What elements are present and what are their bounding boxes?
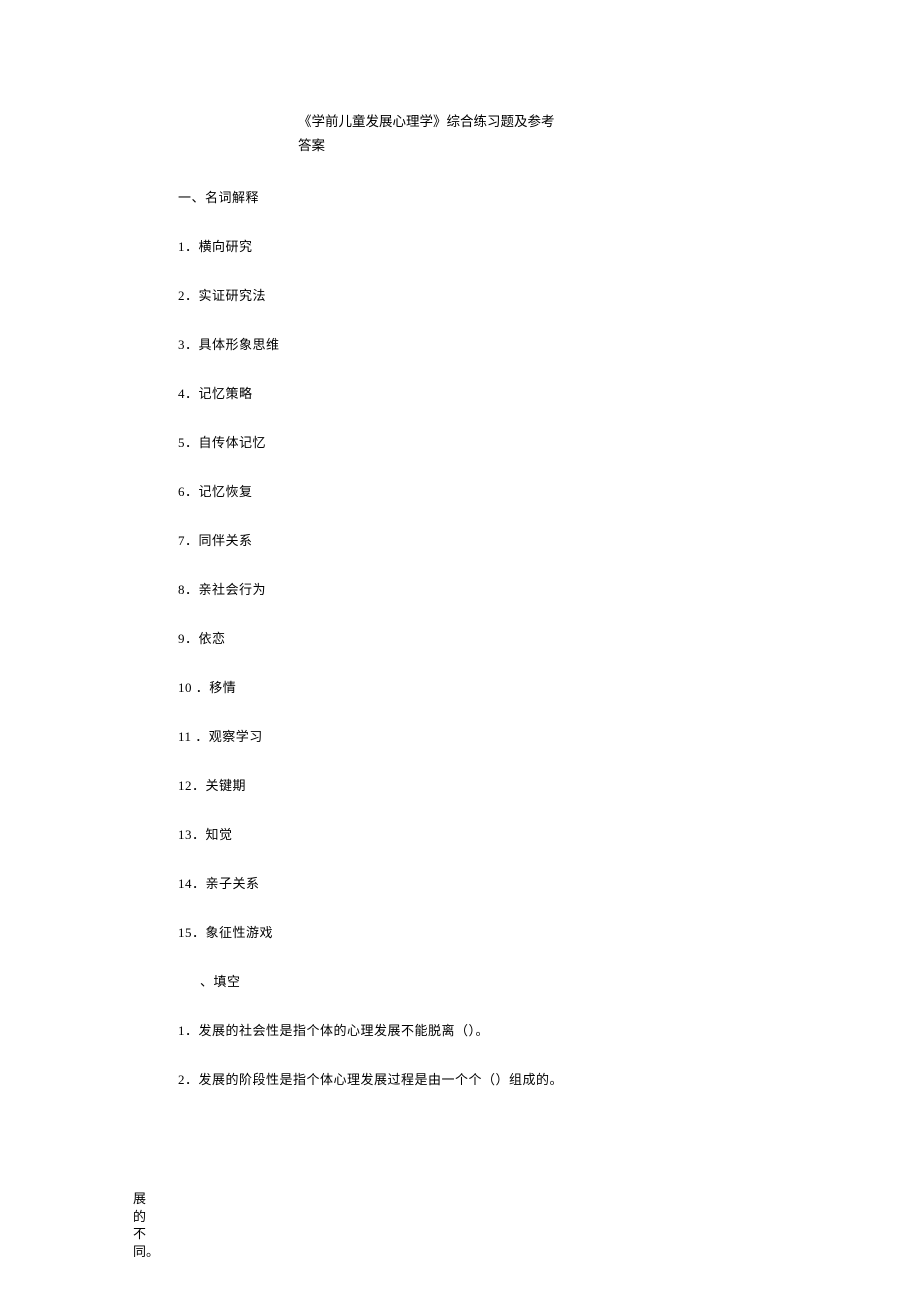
term-item: 2．实证研究法 [178, 285, 920, 304]
term-item: 12．关键期 [178, 775, 920, 794]
term-item: 6．记忆恢复 [178, 481, 920, 500]
vertical-text-fragment: 展的不同。 [133, 1190, 147, 1260]
term-item: 10 ．移情 [178, 677, 920, 696]
term-item: 13．知觉 [178, 824, 920, 843]
title-line-2: 答案 [298, 138, 325, 153]
term-item: 15．象征性游戏 [178, 922, 920, 941]
term-item: 11 ．观察学习 [178, 726, 920, 745]
document-body: 一、名词解释 1．横向研究 2．实证研究法 3．具体形象思维 4．记忆策略 5．… [178, 187, 920, 1088]
term-item: 14．亲子关系 [178, 873, 920, 892]
document-title: 《学前儿童发展心理学》综合练习题及参考 答案 [298, 110, 618, 159]
term-item: 9．依恋 [178, 628, 920, 647]
term-item: 7．同伴关系 [178, 530, 920, 549]
term-item: 3．具体形象思维 [178, 334, 920, 353]
title-line-1: 《学前儿童发展心理学》综合练习题及参考 [298, 114, 555, 129]
section-1-heading: 一、名词解释 [178, 187, 920, 206]
term-item: 4．记忆策略 [178, 383, 920, 402]
term-item: 8．亲社会行为 [178, 579, 920, 598]
term-item: 1．横向研究 [178, 236, 920, 255]
fill-blank-item: 1．发展的社会性是指个体的心理发展不能脱离（）。 [178, 1020, 920, 1039]
fill-blank-item: 2．发展的阶段性是指个体心理发展过程是由一个个（）组成的。 [178, 1069, 920, 1088]
section-2-heading: 、填空 [178, 971, 920, 990]
term-item: 5．自传体记忆 [178, 432, 920, 451]
